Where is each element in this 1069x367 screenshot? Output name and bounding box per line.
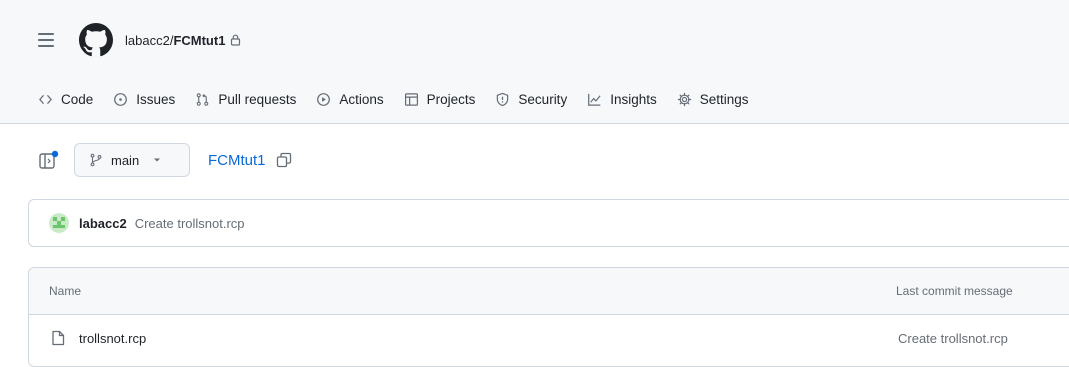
sidebar-expand-icon[interactable] bbox=[38, 149, 60, 171]
hamburger-menu-icon[interactable] bbox=[38, 33, 54, 47]
tab-projects[interactable]: Projects bbox=[404, 91, 476, 107]
table-row[interactable]: trollsnot.rcp Create trollsnot.rcp bbox=[29, 315, 1069, 361]
tab-security[interactable]: Security bbox=[495, 92, 567, 107]
lock-icon bbox=[231, 34, 241, 46]
file-name-link[interactable]: trollsnot.rcp bbox=[79, 331, 146, 346]
tab-code-label: Code bbox=[61, 91, 94, 107]
file-table-header: Name Last commit message bbox=[29, 268, 1069, 315]
chevron-down-icon bbox=[154, 158, 161, 162]
commit-author-link[interactable]: labacc2 bbox=[79, 216, 127, 231]
column-header-last-commit: Last commit message bbox=[896, 284, 1013, 298]
tab-settings[interactable]: Settings bbox=[677, 92, 749, 107]
code-icon bbox=[39, 94, 52, 104]
github-logo-icon[interactable] bbox=[79, 23, 113, 57]
branch-selector-button[interactable]: main bbox=[74, 143, 190, 177]
tab-issues[interactable]: Issues bbox=[113, 92, 175, 107]
repo-owner-link[interactable]: labacc2 bbox=[125, 33, 170, 48]
repo-breadcrumb: labacc2 / FCMtut1 bbox=[125, 33, 241, 48]
tab-insights[interactable]: Insights bbox=[587, 92, 657, 107]
graph-icon bbox=[588, 93, 601, 106]
tab-projects-label: Projects bbox=[426, 91, 476, 107]
tab-actions[interactable]: Actions bbox=[316, 91, 384, 107]
git-pull-request-icon bbox=[197, 92, 209, 106]
tab-pull-requests[interactable]: Pull requests bbox=[195, 92, 296, 107]
header-top-row: labacc2 / FCMtut1 bbox=[0, 18, 1069, 62]
gear-icon bbox=[677, 92, 691, 106]
shield-icon bbox=[497, 92, 509, 106]
tab-insights-label: Insights bbox=[610, 91, 657, 107]
tab-security-label: Security bbox=[518, 91, 568, 107]
latest-commit-bar: labacc2 Create trollsnot.rcp bbox=[28, 199, 1069, 247]
file-table: Name Last commit message trollsnot.rcp C… bbox=[28, 267, 1069, 367]
table-icon bbox=[404, 92, 418, 106]
tab-issues-label: Issues bbox=[136, 91, 176, 107]
play-icon bbox=[317, 92, 331, 106]
repo-name-link[interactable]: FCMtut1 bbox=[173, 33, 225, 48]
tab-pull-requests-label: Pull requests bbox=[218, 91, 297, 107]
repo-root-link[interactable]: FCMtut1 bbox=[208, 152, 266, 169]
commit-message-link[interactable]: Create trollsnot.rcp bbox=[135, 216, 245, 231]
branch-name: main bbox=[111, 152, 140, 168]
repo-nav-tabs: Code Issues Pull requests Actions Projec… bbox=[0, 84, 1069, 114]
issue-opened-icon bbox=[114, 92, 128, 106]
copy-icon[interactable] bbox=[276, 152, 292, 168]
tab-code[interactable]: Code bbox=[38, 92, 93, 107]
tab-actions-label: Actions bbox=[339, 91, 384, 107]
tab-settings-label: Settings bbox=[699, 91, 749, 107]
avatar[interactable] bbox=[49, 213, 69, 233]
repo-header: labacc2 / FCMtut1 Code Issues Pull reque… bbox=[0, 0, 1069, 124]
file-commit-message-link[interactable]: Create trollsnot.rcp bbox=[898, 331, 1008, 346]
file-icon bbox=[52, 330, 65, 346]
column-header-name: Name bbox=[49, 284, 82, 298]
code-toolbar: main FCMtut1 bbox=[0, 140, 1069, 180]
git-branch-icon bbox=[90, 153, 102, 167]
